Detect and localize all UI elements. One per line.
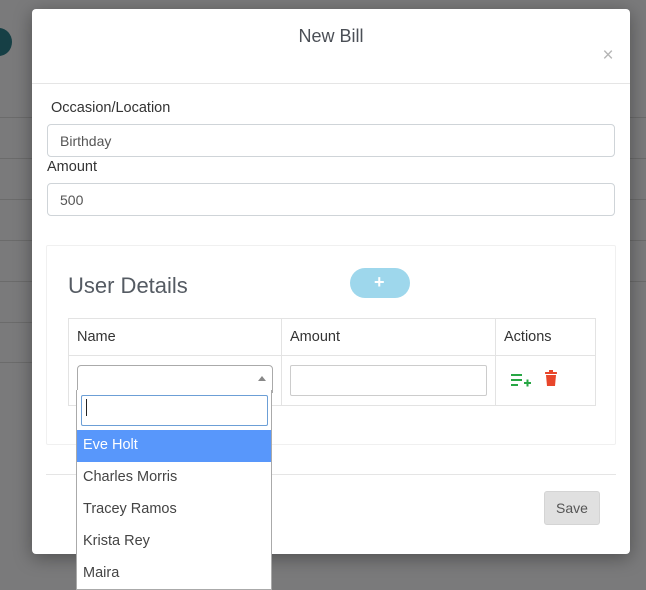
dropdown-option[interactable]: Charles Morris	[77, 462, 271, 494]
dropdown-option[interactable]: Tracey Ramos	[77, 494, 271, 526]
occasion-label: Occasion/Location	[51, 100, 171, 116]
close-icon[interactable]: ×	[601, 46, 615, 66]
amount-input[interactable]	[47, 183, 615, 216]
save-button[interactable]: Save	[544, 491, 600, 525]
modal-header: New Bill ×	[32, 9, 630, 84]
table-cell-actions	[495, 355, 596, 406]
playlist-add-icon[interactable]	[511, 372, 531, 388]
column-header-name: Name	[68, 318, 282, 356]
column-header-amount: Amount	[281, 318, 496, 356]
table-cell-amount	[281, 355, 496, 406]
column-header-actions: Actions	[495, 318, 596, 356]
occasion-input[interactable]	[47, 124, 615, 157]
dropdown-option[interactable]: Maira	[77, 558, 271, 590]
caret-up-icon	[258, 376, 266, 381]
modal-title: New Bill	[298, 26, 364, 46]
dropdown-search-input[interactable]	[81, 395, 268, 426]
add-user-button[interactable]: +	[350, 268, 410, 298]
name-select[interactable]	[77, 365, 273, 393]
name-dropdown: Eve Holt Charles Morris Tracey Ramos Kri…	[76, 390, 272, 590]
plus-icon: +	[374, 272, 385, 292]
dropdown-option[interactable]: Krista Rey	[77, 526, 271, 558]
dropdown-option[interactable]: Eve Holt	[77, 430, 271, 462]
trash-icon[interactable]	[545, 370, 557, 386]
amount-label: Amount	[47, 159, 97, 175]
user-details-title: User Details	[68, 273, 188, 298]
text-cursor	[86, 399, 87, 416]
row-amount-input[interactable]	[290, 365, 487, 396]
